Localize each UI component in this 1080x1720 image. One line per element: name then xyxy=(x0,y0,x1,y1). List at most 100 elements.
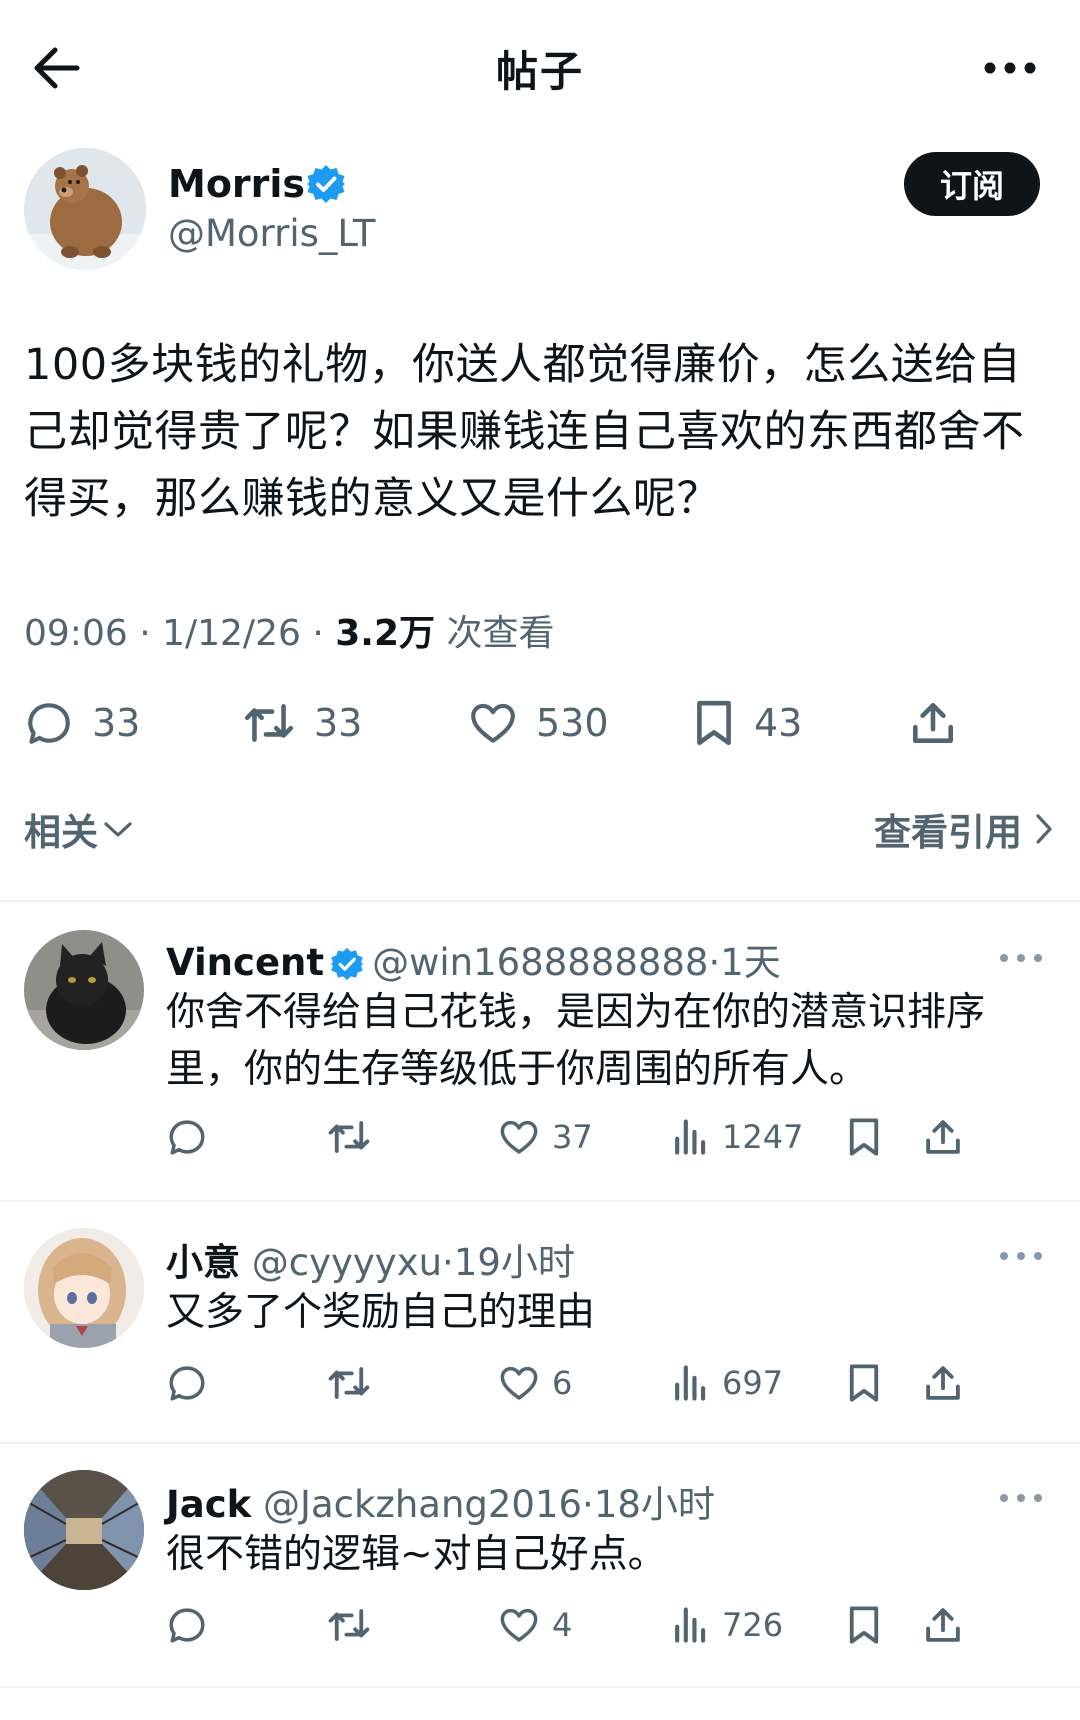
heart-icon xyxy=(471,703,515,743)
more-horizontal-icon[interactable] xyxy=(996,948,1046,968)
divider xyxy=(0,1686,1080,1688)
view-quotes-link[interactable]: 查看引用 xyxy=(874,802,1056,856)
chevron-right-icon xyxy=(1036,814,1052,844)
related-label: 相关 xyxy=(24,811,98,854)
separator-dot: · xyxy=(582,1483,594,1526)
reply-icon xyxy=(169,1366,205,1401)
views-count: 3.2万 xyxy=(335,613,435,654)
views-count: 697 xyxy=(722,1364,784,1402)
like-button[interactable]: 37 xyxy=(498,1112,593,1162)
verified-badge-icon xyxy=(307,165,345,203)
avatar[interactable] xyxy=(24,930,144,1050)
share-button[interactable] xyxy=(908,688,958,758)
views-button[interactable]: 697 xyxy=(672,1358,783,1408)
analytics-bar-chart-icon xyxy=(675,1365,706,1401)
views-button[interactable]: 726 xyxy=(672,1600,783,1650)
share-button[interactable] xyxy=(922,1600,964,1650)
share-button[interactable] xyxy=(922,1112,964,1162)
reply-text: 很不错的逻辑~对自己好点。 xyxy=(166,1532,667,1577)
share-icon xyxy=(926,1366,960,1400)
repost-count: 33 xyxy=(314,701,363,745)
reply-actions: 6 697 xyxy=(166,1358,1046,1408)
more-horizontal-icon[interactable] xyxy=(996,1246,1046,1266)
like-button[interactable]: 6 xyxy=(498,1358,572,1408)
reply-item[interactable]: Vincent @win1688888888·1天 你舍不得给自己花钱，是因为在… xyxy=(0,902,1080,1200)
reply-author-handle[interactable]: @win1688888888 xyxy=(372,941,708,984)
repost-icon xyxy=(244,704,294,742)
bookmark-button[interactable]: 43 xyxy=(692,688,802,758)
repost-button[interactable] xyxy=(326,1112,372,1162)
more-options-button[interactable] xyxy=(980,48,1040,88)
post-author: Morris @Morris_LT 订阅 xyxy=(24,148,1056,270)
bookmark-count: 43 xyxy=(754,701,803,745)
avatar[interactable] xyxy=(24,1470,144,1590)
share-icon xyxy=(913,703,953,743)
post-stats: 33 33 530 43 xyxy=(24,688,1056,758)
reply-actions: 4 726 xyxy=(166,1600,1046,1650)
related-dropdown[interactable]: 相关 xyxy=(24,802,134,856)
post-time[interactable]: 09:06 xyxy=(24,613,128,654)
reply-time[interactable]: 18小时 xyxy=(594,1483,715,1526)
reply-text: 你舍不得给自己花钱，是因为在你的潜意识排序里，你的生存等级低于你周围的所有人。 xyxy=(166,990,986,1092)
like-button[interactable]: 530 xyxy=(468,688,609,758)
reply-author-name[interactable]: Vincent xyxy=(166,941,324,984)
reply-button[interactable] xyxy=(166,1358,208,1408)
avatar[interactable] xyxy=(24,148,146,270)
reply-button[interactable] xyxy=(166,1112,208,1162)
reply-header: 小意 @cyyyyxu·19小时 xyxy=(166,1232,575,1286)
repost-button[interactable]: 33 xyxy=(242,688,362,758)
views-count: 726 xyxy=(722,1606,784,1644)
reply-item[interactable]: 小意 @cyyyyxu·19小时 又多了个奖励自己的理由 6 697 xyxy=(0,1202,1080,1442)
share-icon xyxy=(926,1120,960,1154)
separator-dot: · xyxy=(312,613,336,654)
reply-header: Vincent @win1688888888·1天 xyxy=(166,932,781,986)
top-bar: 帖子 xyxy=(0,0,1080,140)
reply-button[interactable] xyxy=(166,1600,208,1650)
analytics-bar-chart-icon xyxy=(675,1119,706,1155)
bookmark-icon xyxy=(697,700,731,746)
bookmark-button[interactable] xyxy=(846,1600,882,1650)
more-horizontal-icon[interactable] xyxy=(996,1488,1046,1508)
quotes-label: 查看引用 xyxy=(874,811,1022,854)
related-row: 相关 查看引用 xyxy=(24,798,1056,858)
heart-icon xyxy=(500,1366,538,1400)
separator-dot: · xyxy=(708,941,721,984)
reply-header: Jack @Jackzhang2016·18小时 xyxy=(166,1474,715,1528)
corridor-avatar-image xyxy=(24,1470,144,1590)
more-horizontal-icon xyxy=(984,62,1036,74)
reply-text: 又多了个奖励自己的理由 xyxy=(166,1290,596,1335)
repost-button[interactable] xyxy=(326,1600,372,1650)
anime-girl-avatar-image xyxy=(24,1228,144,1348)
avatar[interactable] xyxy=(24,1228,144,1348)
reply-author-handle[interactable]: @cyyyyxu xyxy=(252,1241,442,1284)
bear-avatar-image xyxy=(24,148,146,270)
heart-icon xyxy=(500,1608,538,1642)
author-name[interactable]: Morris xyxy=(168,162,305,206)
heart-icon xyxy=(500,1120,538,1154)
share-icon xyxy=(926,1608,960,1642)
reply-author-name[interactable]: Jack xyxy=(166,1483,251,1526)
subscribe-button[interactable]: 订阅 xyxy=(904,152,1040,216)
bookmark-button[interactable] xyxy=(846,1358,882,1408)
repost-button[interactable] xyxy=(326,1358,372,1408)
verified-badge-icon xyxy=(330,947,364,981)
reply-time[interactable]: 1天 xyxy=(720,941,781,984)
reply-time[interactable]: 19小时 xyxy=(454,1241,575,1284)
bookmark-icon xyxy=(849,1364,879,1402)
like-count: 530 xyxy=(536,701,609,745)
share-button[interactable] xyxy=(922,1358,964,1408)
bookmark-button[interactable] xyxy=(846,1112,882,1162)
views-label: 次查看 xyxy=(446,613,555,654)
reply-author-name[interactable]: 小意 xyxy=(166,1241,240,1284)
post-text: 100多块钱的礼物，你送人都觉得廉价，怎么送给自己却觉得贵了呢？如果赚钱连自己喜… xyxy=(24,340,1025,524)
author-handle[interactable]: @Morris_LT xyxy=(168,212,376,255)
reply-author-handle[interactable]: @Jackzhang2016 xyxy=(263,1483,582,1526)
reply-item[interactable]: Jack @Jackzhang2016·18小时 很不错的逻辑~对自己好点。 4… xyxy=(0,1444,1080,1684)
post-date[interactable]: 1/12/26 xyxy=(162,613,301,654)
reply-actions: 37 1247 xyxy=(166,1112,1046,1162)
reply-count: 33 xyxy=(92,701,141,745)
reply-button[interactable]: 33 xyxy=(24,688,140,758)
views-button[interactable]: 1247 xyxy=(672,1112,803,1162)
like-count: 6 xyxy=(552,1364,573,1402)
like-button[interactable]: 4 xyxy=(498,1600,572,1650)
